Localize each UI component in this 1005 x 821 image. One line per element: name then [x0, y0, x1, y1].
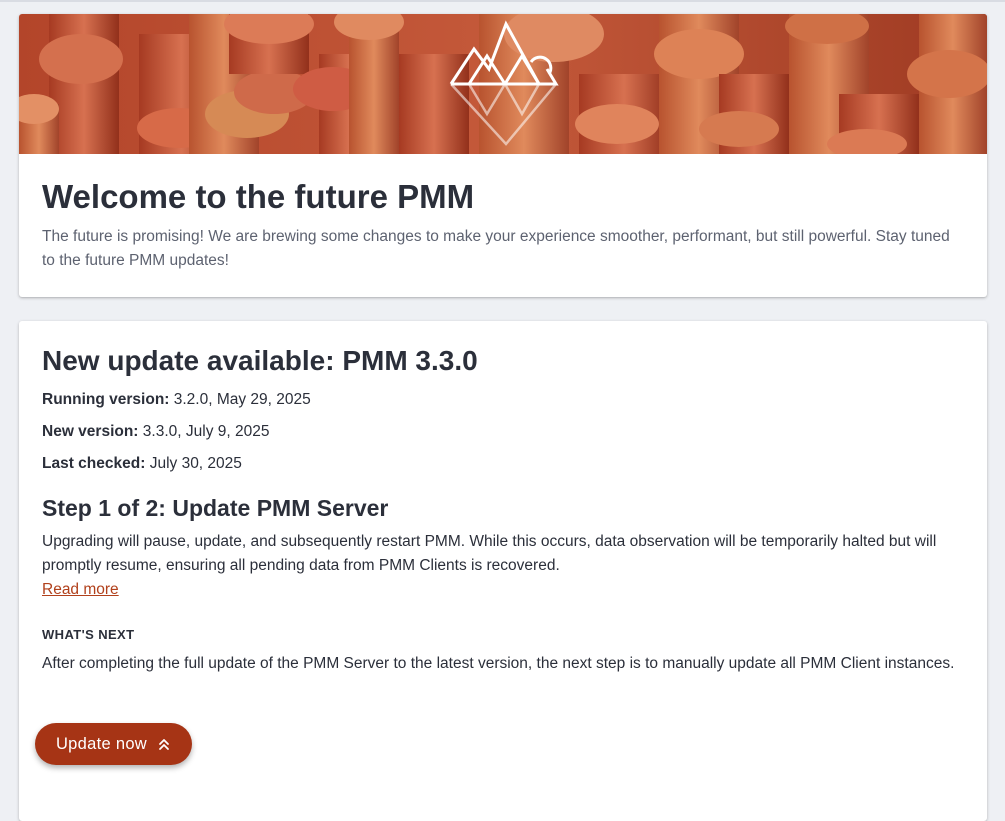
whats-next-description: After completing the full update of the … — [42, 655, 955, 672]
welcome-description: The future is promising! We are brewing … — [42, 228, 950, 269]
step-description: Upgrading will pause, update, and subseq… — [42, 533, 937, 574]
new-version: New version: 3.3.0, July 9, 2025 — [42, 423, 967, 441]
banner-image — [19, 14, 987, 154]
welcome-title: Welcome to the future PMM — [42, 178, 475, 215]
welcome-card: Welcome to the future PMM The future is … — [19, 14, 987, 297]
running-version-label: Running version: — [42, 391, 170, 408]
update-card: New update available: PMM 3.3.0 Running … — [19, 321, 987, 821]
running-version-value: 3.2.0, May 29, 2025 — [169, 391, 311, 408]
running-version: Running version: 3.2.0, May 29, 2025 — [42, 391, 967, 409]
update-title: New update available: PMM 3.3.0 — [42, 345, 478, 376]
read-more-link[interactable]: Read more — [42, 581, 119, 599]
step-title: Step 1 of 2: Update PMM Server — [42, 495, 389, 521]
new-version-label: New version: — [42, 423, 139, 440]
whats-next-label: WHAT'S NEXT — [42, 627, 135, 642]
last-checked-value: July 30, 2025 — [145, 455, 242, 472]
last-checked: Last checked: July 30, 2025 — [42, 455, 967, 473]
new-version-value: 3.3.0, July 9, 2025 — [138, 423, 270, 440]
update-now-button[interactable]: Update now — [35, 723, 192, 765]
top-border — [0, 0, 1005, 2]
last-checked-label: Last checked: — [42, 455, 146, 472]
double-chevron-up-icon — [157, 737, 171, 751]
update-now-label: Update now — [55, 734, 148, 753]
